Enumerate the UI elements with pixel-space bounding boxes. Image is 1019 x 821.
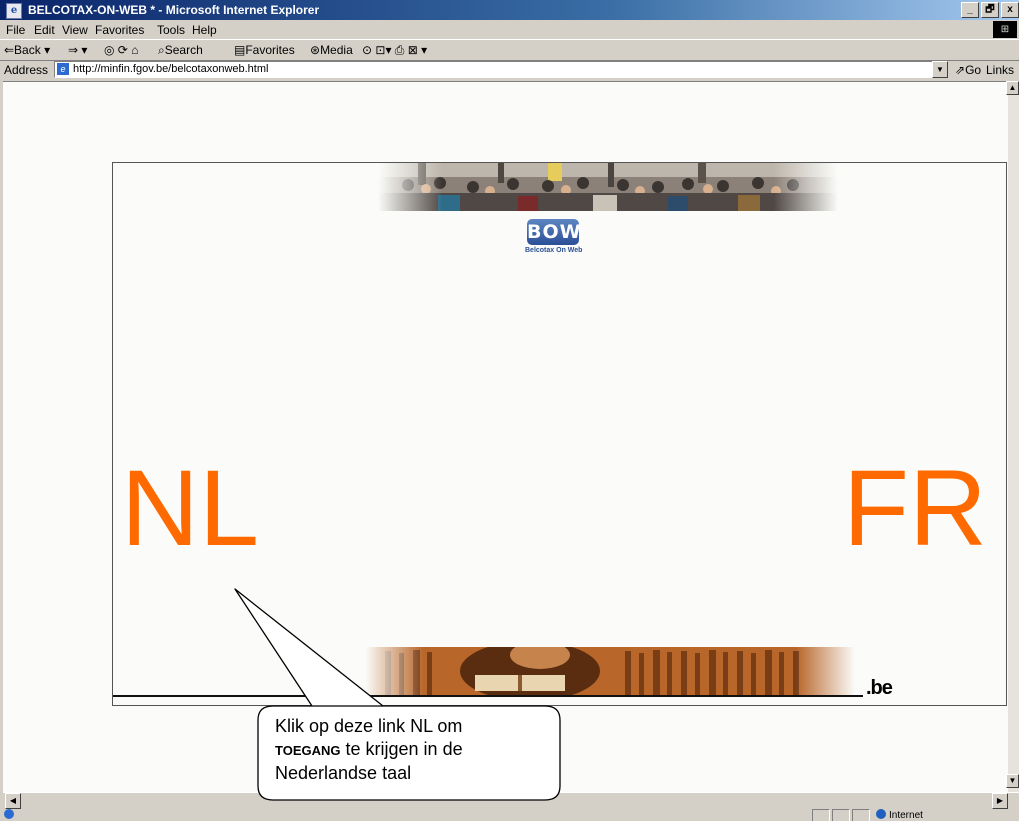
go-arrow-icon: ⇗ (955, 63, 966, 77)
links-button[interactable]: Links (986, 63, 1014, 77)
vertical-scrollbar[interactable]: ▲ ▼ (1006, 81, 1019, 793)
status-cell (852, 809, 870, 821)
media-icon: ⊛ (310, 43, 321, 57)
standard-toolbar: ⇐Back ▾ ⇒ ▾ ◎ ⟳ ⌂ ⌕Search ▤Favorites ⊛Me… (0, 39, 1019, 61)
menu-bar: File Edit View Favorites Tools Help ⊞ (0, 20, 1019, 39)
search-button[interactable]: ⌕Search (158, 43, 203, 58)
media-button[interactable]: ⊛Media (310, 43, 353, 57)
scroll-right-icon[interactable]: ▶ (992, 793, 1008, 809)
ie-globe-icon (4, 809, 14, 819)
restore-button[interactable]: 🗗 (981, 2, 999, 18)
ie-page-icon: e (6, 3, 22, 19)
menu-edit[interactable]: Edit (34, 23, 55, 37)
callout-line-2: TOEGANG te krijgen in de (275, 739, 463, 759)
address-field[interactable]: e http://minfin.fgov.be/belcotaxonweb.ht… (54, 61, 933, 78)
callout-line-1: Klik op deze link NL om (275, 716, 463, 736)
scroll-up-icon[interactable]: ▲ (1006, 81, 1019, 95)
scroll-down-icon[interactable]: ▼ (1006, 774, 1019, 788)
banner-fade (378, 163, 838, 211)
library-photo-graphic (365, 647, 855, 695)
callout-bold-word: TOEGANG (275, 743, 341, 758)
menu-favorites[interactable]: Favorites (95, 23, 144, 37)
go-button[interactable]: ⇗Go (955, 63, 981, 77)
bow-logo: BOW Belcotax On Web (525, 219, 583, 259)
callout-text: Klik op deze link NL om TOEGANG te krijg… (275, 715, 560, 785)
menu-help[interactable]: Help (192, 23, 217, 37)
forward-button[interactable]: ⇒ ▾ (68, 43, 87, 57)
search-icon: ⌕ (158, 43, 165, 57)
window-title: BELCOTAX-ON-WEB * - Microsoft Internet E… (28, 3, 320, 17)
window-controls: _ 🗗 x (959, 2, 1019, 18)
windows-logo-icon: ⊞ (993, 21, 1017, 38)
close-button[interactable]: x (1001, 2, 1019, 18)
title-bar: e BELCOTAX-ON-WEB * - Microsoft Internet… (0, 0, 1019, 20)
bow-logo-subtitle: Belcotax On Web (525, 247, 583, 254)
address-dropdown-icon[interactable]: ▼ (932, 61, 948, 78)
menu-file[interactable]: File (6, 23, 25, 37)
content-frame: BOW Belcotax On Web NL FR .be (112, 162, 1007, 706)
menu-tools[interactable]: Tools (157, 23, 185, 37)
bow-logo-mark: BOW (527, 219, 582, 245)
be-logo: .be (866, 677, 893, 699)
favorites-button[interactable]: ▤Favorites (234, 43, 295, 57)
footer-rule (113, 695, 863, 697)
callout-line-3: Nederlandse taal (275, 763, 412, 783)
stop-refresh-home-icons[interactable]: ◎ ⟳ ⌂ (104, 43, 138, 57)
security-zone: Internet (876, 809, 923, 821)
page-viewport: BOW Belcotax On Web NL FR .be (3, 81, 1008, 793)
menu-view[interactable]: View (62, 23, 88, 37)
favorites-icon: ▤ (234, 43, 246, 57)
address-label: Address (4, 63, 49, 77)
horizontal-scrollbar[interactable]: ◀ ▶ (3, 792, 1019, 809)
browser-window: e BELCOTAX-ON-WEB * - Microsoft Internet… (0, 0, 1019, 821)
crowd-banner-image (378, 163, 838, 211)
scroll-left-icon[interactable]: ◀ (5, 793, 21, 809)
back-button[interactable]: ⇐Back ▾ (4, 43, 50, 57)
status-bar: Internet (0, 809, 1019, 821)
address-bar: Address e http://minfin.fgov.be/belcotax… (0, 60, 1019, 80)
fr-language-link[interactable]: FR (843, 448, 987, 568)
nl-language-link[interactable]: NL (121, 448, 259, 568)
status-cell (832, 809, 850, 821)
ie-page-icon: e (57, 63, 69, 75)
internet-zone-icon (876, 809, 886, 819)
minimize-button[interactable]: _ (961, 2, 979, 18)
address-url[interactable]: http://minfin.fgov.be/belcotaxonweb.html (73, 63, 268, 75)
status-cell (812, 809, 830, 821)
library-banner-image (365, 647, 855, 695)
toolbar-extra-icons[interactable]: ⊙ ⊡▾ ⎙ ⊠ ▾ (362, 43, 427, 58)
